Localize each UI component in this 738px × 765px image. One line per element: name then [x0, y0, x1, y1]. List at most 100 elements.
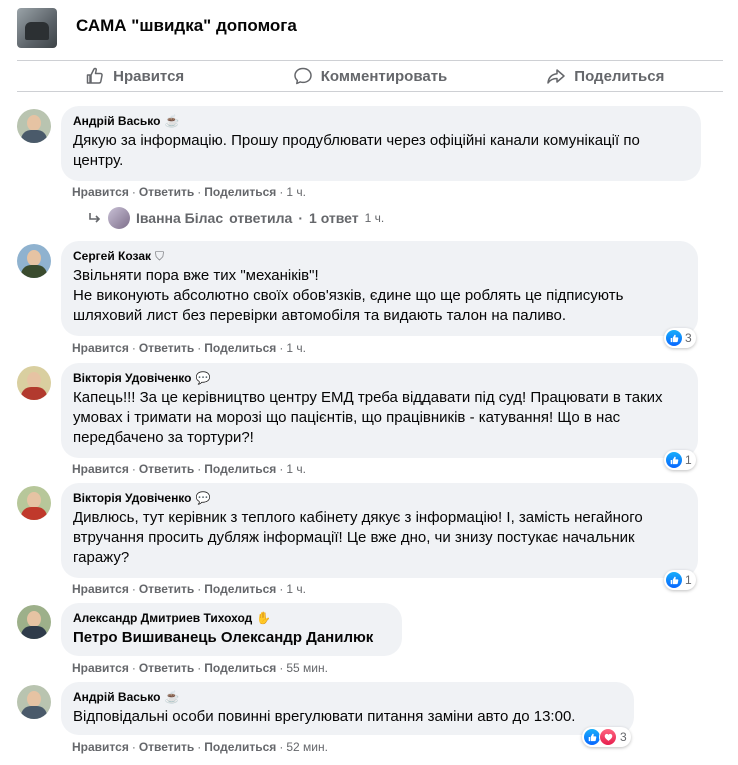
reaction-count[interactable]: 1 [664, 570, 696, 590]
comment-share-link[interactable]: Поделиться [204, 582, 276, 596]
comment-author-name[interactable]: Андрій Васько [73, 689, 160, 705]
like-button[interactable]: Нравится [17, 61, 252, 91]
chat-bubble-icon: 💬 [195, 371, 211, 385]
comment-share-link[interactable]: Поделиться [204, 740, 276, 754]
reaction-count[interactable]: 1 [664, 450, 696, 470]
reply-dot: · [298, 210, 304, 226]
mentioned-people[interactable]: Петро Вишиванець Олександр Данилюк [73, 628, 390, 648]
thumbs-up-icon [86, 67, 103, 84]
reply-time: 1 ч. [364, 211, 385, 225]
like-button-label: Нравится [113, 67, 185, 85]
reply-avatar [108, 207, 130, 229]
share-button-label: Поделиться [574, 67, 665, 85]
waving-hand-icon: ✋ [256, 611, 272, 625]
avatar[interactable] [17, 366, 51, 400]
comment-author[interactable]: Сергей Козак ⛉ [73, 248, 686, 264]
comment-author[interactable]: Андрій Васько ☕ [73, 689, 622, 705]
reply-verb: ответила [229, 210, 293, 226]
comment-share-link[interactable]: Поделиться [204, 341, 276, 355]
comment-share-link[interactable]: Поделиться [204, 661, 276, 675]
share-button[interactable]: Поделиться [488, 61, 723, 91]
coffee-cup-icon: ☕ [164, 690, 180, 704]
avatar[interactable] [17, 486, 51, 520]
comment-author[interactable]: Александр Дмитриев Тихоход ✋ [73, 610, 390, 626]
comment-reply-link[interactable]: Ответить [139, 740, 194, 754]
love-reaction-icon [599, 728, 617, 746]
reaction-number: 3 [620, 730, 627, 744]
comment-author-name[interactable]: Александр Дмитриев Тихоход [73, 610, 252, 626]
reaction-number: 1 [685, 573, 692, 587]
comment-like-link[interactable]: Нравится [72, 582, 129, 596]
comment-reply-link[interactable]: Ответить [139, 185, 194, 199]
comment-actions: Нравится · Ответить · Поделиться · 1 ч. [72, 582, 306, 596]
comment-like-link[interactable]: Нравится [72, 740, 129, 754]
comment-text: Відповідальні особи повинні врегулювати … [73, 708, 576, 725]
reaction-number: 1 [685, 453, 692, 467]
avatar[interactable] [17, 605, 51, 639]
comment-icon [293, 67, 312, 85]
comment-like-link[interactable]: Нравится [72, 462, 129, 476]
group-title[interactable]: САМА "швидка" допомога [76, 16, 297, 36]
comment-bubble: Вікторія Удовіченко 💬 Дивлюсь, тут керів… [61, 483, 698, 578]
comment-like-link[interactable]: Нравится [72, 661, 129, 675]
reply-arrow-icon [89, 213, 101, 223]
reaction-count[interactable]: 3 [664, 328, 696, 348]
comment-author-name[interactable]: Андрій Васько [73, 113, 160, 129]
comment-time[interactable]: 55 мин. [286, 661, 328, 675]
comment-reply-link[interactable]: Ответить [139, 462, 194, 476]
post-header: САМА "швидка" допомога [0, 0, 738, 55]
comment-reply-link[interactable]: Ответить [139, 341, 194, 355]
post-action-bar: Нравится Комментировать Поделиться [17, 60, 723, 92]
comment-time[interactable]: 1 ч. [286, 462, 306, 476]
comment-author[interactable]: Андрій Васько ☕ [73, 113, 689, 129]
comment-text: Звільняти пора вже тих "механіків"! [73, 267, 319, 284]
reaction-count[interactable]: 3 [582, 727, 631, 747]
comment-author-name[interactable]: Сергей Козак [73, 248, 151, 264]
replies-toggle[interactable]: Іванна Білас ответила · 1 ответ 1 ч. [88, 205, 384, 231]
reply-count: 1 ответ [309, 210, 359, 226]
reply-author: Іванна Білас [136, 210, 224, 226]
like-reaction-icon [584, 729, 600, 745]
comment-button-label: Комментировать [320, 67, 448, 85]
comment-text-line-2: Не виконують абсолютно своїх обов'язків,… [73, 287, 624, 324]
chat-bubble-icon: 💬 [195, 491, 211, 505]
like-reaction-icon [666, 330, 682, 346]
comment-author-name[interactable]: Вікторія Удовіченко [73, 370, 192, 386]
comment-actions: Нравится · Ответить · Поделиться · 1 ч. [72, 341, 306, 355]
share-icon [547, 69, 566, 84]
comment-time[interactable]: 52 мин. [286, 740, 328, 754]
comment-bubble: Андрій Васько ☕ Відповідальні особи пови… [61, 682, 634, 735]
comment-like-link[interactable]: Нравится [72, 341, 129, 355]
comment-reply-link[interactable]: Ответить [139, 661, 194, 675]
comment-time[interactable]: 1 ч. [286, 341, 306, 355]
comment-text: Дякую за інформацію. Прошу продублювати … [73, 132, 640, 169]
comment-time[interactable]: 1 ч. [286, 582, 306, 596]
comment-reply-link[interactable]: Ответить [139, 582, 194, 596]
comment-actions: Нравится · Ответить · Поделиться · 1 ч. [72, 185, 306, 199]
comment-author[interactable]: Вікторія Удовіченко 💬 [73, 370, 686, 386]
like-reaction-icon [666, 572, 682, 588]
comment-author-name[interactable]: Вікторія Удовіченко [73, 490, 192, 506]
avatar[interactable] [17, 109, 51, 143]
reaction-number: 3 [685, 331, 692, 345]
comment-button[interactable]: Комментировать [252, 61, 487, 91]
comment-actions: Нравится · Ответить · Поделиться · 1 ч. [72, 462, 306, 476]
shield-badge-icon: ⛉ [155, 249, 165, 263]
comment-like-link[interactable]: Нравится [72, 185, 129, 199]
avatar[interactable] [17, 244, 51, 278]
comment-share-link[interactable]: Поделиться [204, 462, 276, 476]
comment-bubble: Андрій Васько ☕ Дякую за інформацію. Про… [61, 106, 701, 181]
comment-actions: Нравится · Ответить · Поделиться · 52 мин. [72, 740, 328, 754]
comment-bubble: Александр Дмитриев Тихоход ✋ Петро Вишив… [61, 603, 402, 656]
group-avatar[interactable] [17, 8, 57, 48]
comment-time[interactable]: 1 ч. [286, 185, 306, 199]
comment-bubble: Сергей Козак ⛉ Звільняти пора вже тих "м… [61, 241, 698, 336]
avatar[interactable] [17, 685, 51, 719]
comment-text: Капець!!! За це керівництво центру ЕМД т… [73, 389, 663, 446]
comment-bubble: Вікторія Удовіченко 💬 Капець!!! За це ке… [61, 363, 698, 458]
comment-text: Дивлюсь, тут керівник з теплого кабінету… [73, 509, 643, 566]
comment-share-link[interactable]: Поделиться [204, 185, 276, 199]
comment-author[interactable]: Вікторія Удовіченко 💬 [73, 490, 686, 506]
like-reaction-icon [666, 452, 682, 468]
coffee-cup-icon: ☕ [164, 114, 180, 128]
